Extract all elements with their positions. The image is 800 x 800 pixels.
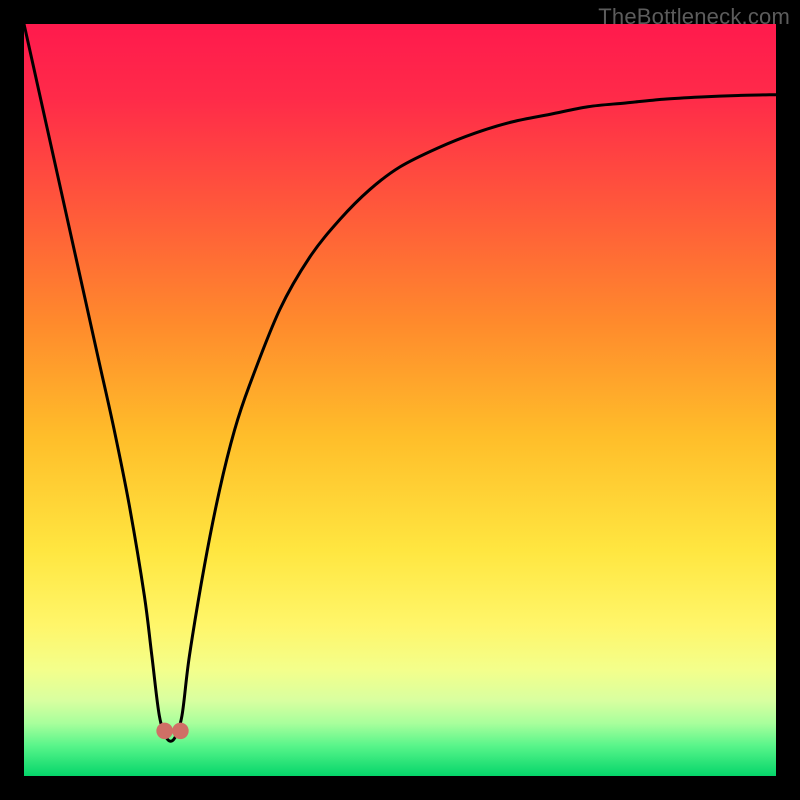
outer-frame: TheBottleneck.com	[0, 0, 800, 800]
plot-area	[24, 24, 776, 776]
chart-svg	[24, 24, 776, 776]
gradient-background	[24, 24, 776, 776]
min-left-marker	[156, 723, 173, 740]
min-right-marker	[172, 723, 189, 740]
